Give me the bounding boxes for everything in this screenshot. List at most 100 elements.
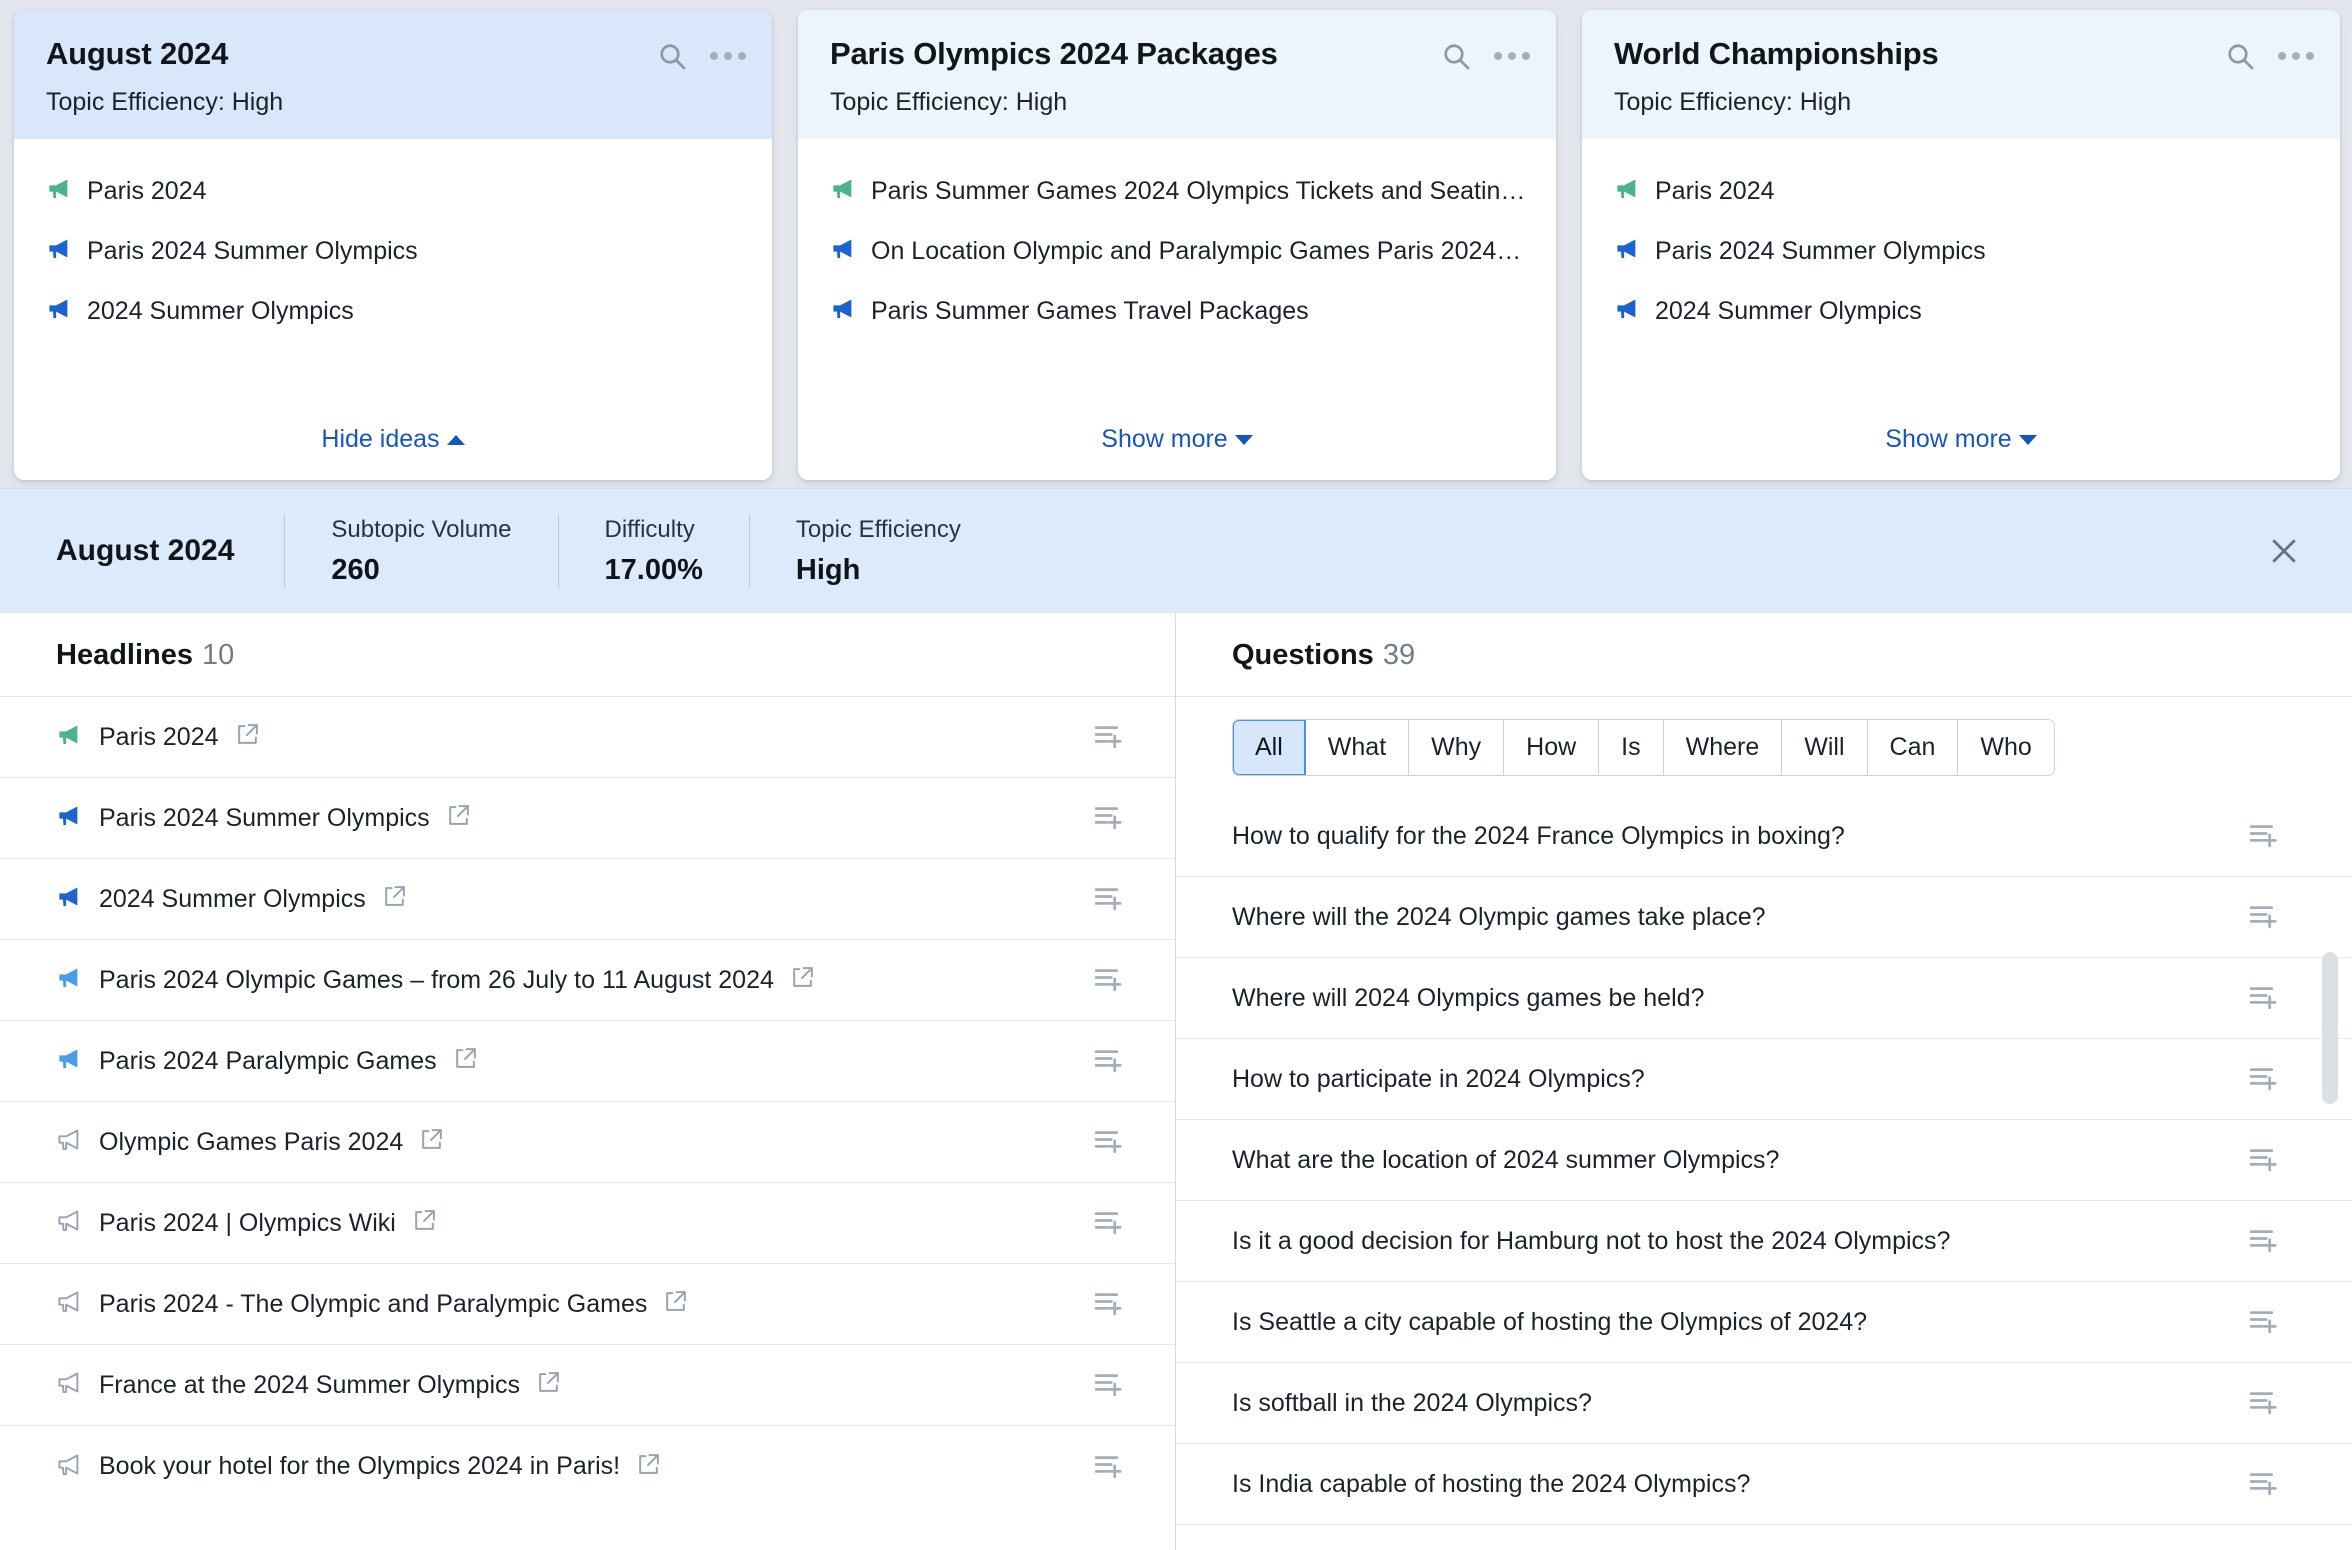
idea-item[interactable]: Paris 2024 Summer Olympics: [46, 235, 742, 267]
headline-row[interactable]: France at the 2024 Summer Olympics: [0, 1345, 1175, 1426]
toggle-ideas-link[interactable]: Show more: [1101, 425, 1253, 454]
add-to-list-icon[interactable]: [2247, 1141, 2286, 1179]
headline-row[interactable]: Paris 2024 Olympic Games – from 26 July …: [0, 940, 1175, 1021]
question-row[interactable]: Is India capable of hosting the 2024 Oly…: [1176, 1444, 2352, 1526]
idea-item[interactable]: Paris 2024 Summer Olympics: [1614, 235, 2310, 267]
toggle-ideas-label: Show more: [1885, 425, 2012, 453]
add-to-list-icon[interactable]: [2247, 979, 2286, 1017]
question-filter-can[interactable]: Can: [1867, 720, 1959, 776]
chevron-down-icon: [2018, 434, 2037, 445]
headline-label: Paris 2024 Paralympic Games: [99, 1046, 437, 1075]
close-icon[interactable]: [2264, 531, 2304, 571]
headline-row[interactable]: Book your hotel for the Olympics 2024 in…: [0, 1426, 1175, 1507]
question-filter-where[interactable]: Where: [1663, 720, 1783, 776]
megaphone-icon: [56, 1288, 83, 1320]
external-link-icon[interactable]: [412, 1208, 437, 1238]
external-link-icon[interactable]: [235, 722, 260, 752]
add-to-list-icon[interactable]: [2247, 1060, 2286, 1098]
question-filter-will[interactable]: Will: [1782, 720, 1868, 776]
subtopic-metric-bar: August 2024 Subtopic Volume 260 Difficult…: [0, 488, 2352, 613]
headline-row[interactable]: 2024 Summer Olympics: [0, 859, 1175, 940]
idea-item[interactable]: Paris 2024: [1614, 175, 2310, 207]
questions-scrollbar-thumb[interactable]: [2322, 952, 2338, 1105]
add-to-list-icon[interactable]: [1092, 1366, 1131, 1404]
toggle-ideas-label: Show more: [1101, 425, 1228, 453]
more-options-icon[interactable]: [2278, 52, 2314, 60]
headline-label: Paris 2024: [99, 722, 219, 751]
idea-item[interactable]: Paris Summer Games 2024 Olympics Tickets…: [830, 175, 1526, 207]
idea-item[interactable]: On Location Olympic and Paralympic Games…: [830, 235, 1526, 267]
add-to-list-icon[interactable]: [1092, 1123, 1131, 1161]
external-link-icon[interactable]: [446, 803, 471, 833]
question-filter-all[interactable]: All: [1233, 720, 1306, 776]
headline-row[interactable]: Paris 2024 | Olympics Wiki: [0, 1183, 1175, 1264]
add-to-list-icon[interactable]: [1092, 799, 1131, 837]
headline-label: Book your hotel for the Olympics 2024 in…: [99, 1452, 621, 1480]
topic-card-ideas: Paris Summer Games 2024 Olympics Tickets…: [798, 139, 1556, 409]
metric-value: 17.00%: [604, 553, 703, 586]
headline-row[interactable]: Paris 2024 - The Olympic and Paralympic …: [0, 1264, 1175, 1345]
external-link-icon[interactable]: [663, 1289, 688, 1319]
add-to-list-icon[interactable]: [2247, 1222, 2286, 1260]
topic-card[interactable]: World Championships Topic Efficiency: Hi…: [1582, 10, 2340, 480]
metric-item: Difficulty 17.00%: [557, 514, 749, 588]
headline-label: Paris 2024 Summer Olympics: [99, 803, 430, 832]
metric-group: Subtopic Volume 260 Difficulty 17.00% Topi…: [284, 514, 1006, 588]
external-link-icon[interactable]: [382, 884, 407, 914]
add-to-list-icon[interactable]: [2247, 817, 2286, 855]
topic-card-footer: Hide ideas: [14, 409, 772, 480]
add-to-list-icon[interactable]: [2247, 1465, 2286, 1503]
more-options-icon[interactable]: [710, 52, 746, 60]
headlines-panel: Headlines 10 Paris 2024 Paris 2024 Summer…: [0, 613, 1176, 1550]
topic-card[interactable]: Paris Olympics 2024 Packages Topic Effic…: [798, 10, 1556, 480]
external-link-icon[interactable]: [453, 1046, 478, 1076]
toggle-ideas-label: Hide ideas: [321, 425, 440, 453]
topic-card[interactable]: August 2024 Topic Efficiency: High Paris…: [14, 10, 772, 480]
headline-row[interactable]: Olympic Games Paris 2024: [0, 1102, 1175, 1183]
question-row[interactable]: Is Seattle a city capable of hosting the…: [1176, 1282, 2352, 1364]
add-to-list-icon[interactable]: [2247, 898, 2286, 936]
question-row[interactable]: Is it a good decision for Hamburg not to…: [1176, 1201, 2352, 1283]
add-to-list-icon[interactable]: [2247, 1384, 2286, 1422]
idea-item[interactable]: 2024 Summer Olympics: [46, 295, 742, 327]
more-options-icon[interactable]: [1494, 52, 1530, 60]
question-filter-is[interactable]: Is: [1599, 720, 1664, 776]
question-filter-what[interactable]: What: [1305, 720, 1410, 776]
idea-label: Paris 2024 Summer Olympics: [87, 236, 418, 265]
idea-item[interactable]: Paris 2024: [46, 175, 742, 207]
headline-row[interactable]: Paris 2024 Summer Olympics: [0, 778, 1175, 859]
question-row[interactable]: Where will the 2024 Olympic games take p…: [1176, 877, 2352, 959]
add-to-list-icon[interactable]: [1092, 1285, 1131, 1323]
questions-list: How to qualify for the 2024 France Olymp…: [1176, 796, 2352, 1550]
question-row[interactable]: How to participate in 2024 Olympics?: [1176, 1039, 2352, 1121]
question-label: What are the location of 2024 summer Oly…: [1232, 1145, 1780, 1174]
add-to-list-icon[interactable]: [1092, 961, 1131, 999]
megaphone-icon: [56, 802, 83, 834]
question-row[interactable]: What are the location of 2024 summer Oly…: [1176, 1120, 2352, 1202]
external-link-icon[interactable]: [536, 1370, 561, 1400]
add-to-list-icon[interactable]: [1092, 1204, 1131, 1242]
question-filter-who[interactable]: Who: [1958, 720, 2054, 776]
add-to-list-icon[interactable]: [1092, 880, 1131, 918]
question-row[interactable]: Is softball in the 2024 Olympics?: [1176, 1363, 2352, 1445]
question-filter-why[interactable]: Why: [1409, 720, 1505, 776]
search-icon[interactable]: [656, 40, 688, 72]
toggle-ideas-link[interactable]: Hide ideas: [321, 425, 465, 454]
external-link-icon[interactable]: [790, 965, 815, 995]
add-to-list-icon[interactable]: [2247, 1303, 2286, 1341]
headline-row[interactable]: Paris 2024: [0, 697, 1175, 778]
add-to-list-icon[interactable]: [1092, 1042, 1131, 1080]
question-filter-how[interactable]: How: [1504, 720, 1600, 776]
headline-row[interactable]: Paris 2024 Paralympic Games: [0, 1021, 1175, 1102]
external-link-icon[interactable]: [636, 1452, 661, 1482]
idea-item[interactable]: Paris Summer Games Travel Packages: [830, 295, 1526, 327]
search-icon[interactable]: [1440, 40, 1472, 72]
search-icon[interactable]: [2224, 40, 2256, 72]
toggle-ideas-link[interactable]: Show more: [1885, 425, 2037, 454]
add-to-list-icon[interactable]: [1092, 1448, 1131, 1486]
idea-item[interactable]: 2024 Summer Olympics: [1614, 295, 2310, 327]
question-row[interactable]: How to qualify for the 2024 France Olymp…: [1176, 796, 2352, 878]
external-link-icon[interactable]: [419, 1127, 444, 1157]
add-to-list-icon[interactable]: [1092, 718, 1131, 756]
question-row[interactable]: Where will 2024 Olympics games be held?: [1176, 958, 2352, 1040]
